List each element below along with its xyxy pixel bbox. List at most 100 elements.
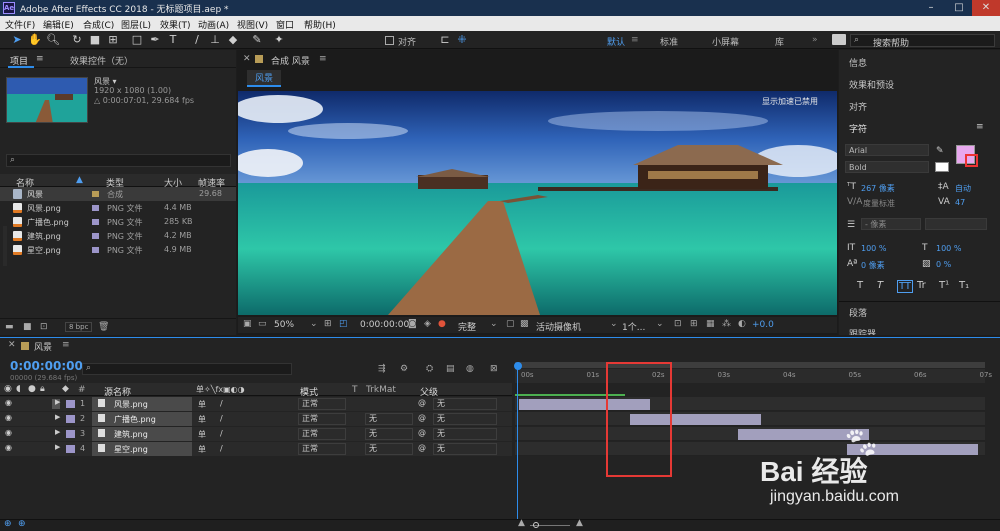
baseline-value[interactable]: 0 像素 [861,260,885,271]
tracker-section[interactable]: 跟踪器 [849,327,876,335]
project-search-field[interactable]: ⌕ [6,154,231,167]
search-help-icon[interactable] [832,34,846,45]
stroke-type-select[interactable] [925,218,987,230]
snapshot-icon[interactable]: ◙ [408,319,417,329]
small-caps-button[interactable]: Tr [917,280,926,291]
workspace-small-screen[interactable]: 小屏幕 [712,35,739,48]
label-swatch[interactable] [92,205,99,211]
menu-effect[interactable]: 效果(T) [160,18,191,31]
panel-menu-icon[interactable]: ≡ [319,54,327,64]
subscript-button[interactable]: T₁ [959,280,969,291]
toggle-modes-icon[interactable]: ⊕ [18,519,26,529]
lock-icon[interactable] [255,55,263,63]
views-select[interactable]: 1个... [622,320,645,333]
timeline-icon[interactable]: ▦ [706,319,715,329]
show-snapshot-icon[interactable]: ◈ [424,319,431,329]
font-style-select[interactable]: Bold [845,161,929,173]
close-button[interactable]: ✕ [972,0,1000,16]
mask-toggle-icon[interactable]: ◰ [339,319,348,329]
channel-icon[interactable]: ● [438,319,446,329]
fill-swatch-icon[interactable] [935,162,949,172]
workspace-standard[interactable]: 标准 [660,35,678,48]
vertical-scrollbar[interactable] [3,226,7,266]
panel-menu-icon[interactable]: ≡ [976,122,984,132]
roto-brush-tool-icon[interactable]: ✎ [250,33,264,47]
snap-feature-icon[interactable]: ⁜ [455,33,469,47]
rectangle-tool-icon[interactable]: □ [130,33,144,47]
toggle-pixel-icon[interactable]: ⊡ [674,319,682,329]
stroke-color-swatch[interactable] [965,154,978,167]
label-swatch[interactable] [92,191,99,197]
align-section[interactable]: 对齐 [849,100,867,113]
fast-preview-icon[interactable]: ⊞ [690,319,698,329]
zoom-slider-handle[interactable] [533,522,539,528]
leading-value[interactable]: 267 像素 [861,183,895,194]
superscript-button[interactable]: T¹ [939,280,949,291]
project-item-comp[interactable]: 风景 合成 29.68 [0,187,236,201]
playhead[interactable] [517,365,518,525]
interpret-footage-icon[interactable]: ▬ [5,322,14,332]
zoom-tool-icon[interactable]: 🔍︎ [46,33,60,47]
eyedropper-icon[interactable]: ✎ [936,146,944,156]
hand-tool-icon[interactable]: ✋ [28,33,42,47]
tracking-value[interactable]: 47 [955,198,965,207]
eraser-tool-icon[interactable]: ◆ [226,33,240,47]
effects-presets-section[interactable]: 效果和预设 [849,78,894,91]
rotate-tool-icon[interactable]: ↻ [70,33,84,47]
label-swatch[interactable] [92,219,99,225]
project-item-file[interactable]: 广播色.png PNG 文件 285 KB [0,215,236,229]
grid-icon[interactable]: ⊞ [324,319,332,329]
search-help-field[interactable]: ⌕ 搜索帮助 [850,34,995,49]
roi-icon[interactable]: ▢ [506,319,515,329]
tab-comp-flow[interactable]: 风景 [247,70,282,87]
zoom-level[interactable]: 50% [274,320,294,330]
info-section[interactable]: 信息 [849,56,867,69]
chevron-down-icon[interactable]: ⌄ [310,319,318,329]
menu-help[interactable]: 帮助(H) [304,18,336,31]
character-section[interactable]: 字符 [849,122,867,135]
panel-menu-icon[interactable]: ≡ [36,54,44,64]
menu-edit[interactable]: 编辑(E) [43,18,74,31]
menu-view[interactable]: 视图(V) [237,18,268,31]
faux-bold-button[interactable]: T [857,280,863,291]
camera-select[interactable]: 活动摄像机 [536,320,581,333]
new-folder-icon[interactable]: ■ [23,322,32,332]
toggle-switches-icon[interactable]: ⊕ [4,519,12,529]
menu-composition[interactable]: 合成(C) [83,18,114,31]
chevron-down-icon[interactable]: ⌄ [490,319,498,329]
tsume-value[interactable]: 0 % [936,260,951,269]
clone-stamp-tool-icon[interactable]: ⊥ [208,33,222,47]
more-workspaces-icon[interactable]: » [812,35,818,45]
faux-italic-button[interactable]: T [877,280,883,291]
workspace-library[interactable]: 库 [775,35,784,48]
display-icon[interactable]: ▭ [258,319,267,329]
menu-window[interactable]: 窗口 [276,18,294,31]
quality-select[interactable]: 完整 [458,320,476,333]
chevron-down-icon[interactable]: ⌄ [656,319,664,329]
transparency-grid-icon[interactable]: ▩ [520,319,529,329]
reset-exposure-icon[interactable]: ◐ [738,319,746,329]
label-swatch[interactable] [92,233,99,239]
bit-depth-button[interactable]: 8 bpc [65,322,93,332]
brush-tool-icon[interactable]: / [190,33,204,47]
flowchart-icon[interactable]: ⁂ [722,319,731,329]
label-swatch[interactable] [92,247,99,253]
camera-tool-icon[interactable]: ■ [88,33,102,47]
project-item-file[interactable]: 星空.png PNG 文件 4.9 MB [0,243,236,257]
menu-file[interactable]: 文件(F) [5,18,35,31]
vertical-scale-value[interactable]: 100 % [861,244,886,253]
pen-tool-icon[interactable]: ✒ [148,33,162,47]
snap-checkbox[interactable] [385,36,394,45]
horizontal-scale-value[interactable]: 100 % [936,244,961,253]
type-tool-icon[interactable]: T [166,33,180,47]
always-preview-icon[interactable]: ▣ [243,319,252,329]
all-caps-button[interactable]: TT [897,280,914,293]
minimize-button[interactable]: – [917,0,945,16]
stroke-width-value[interactable]: - 像素 [861,218,921,230]
new-comp-icon[interactable]: ⊡ [40,322,48,332]
auto-leading[interactable]: 自动 [955,183,971,194]
workspace-default[interactable]: 默认 [607,35,625,48]
viewer-timecode[interactable]: 0:00:00:00 [360,320,409,330]
maximize-button[interactable]: □ [945,0,973,16]
workspace-menu-icon[interactable]: ≡ [631,35,639,45]
